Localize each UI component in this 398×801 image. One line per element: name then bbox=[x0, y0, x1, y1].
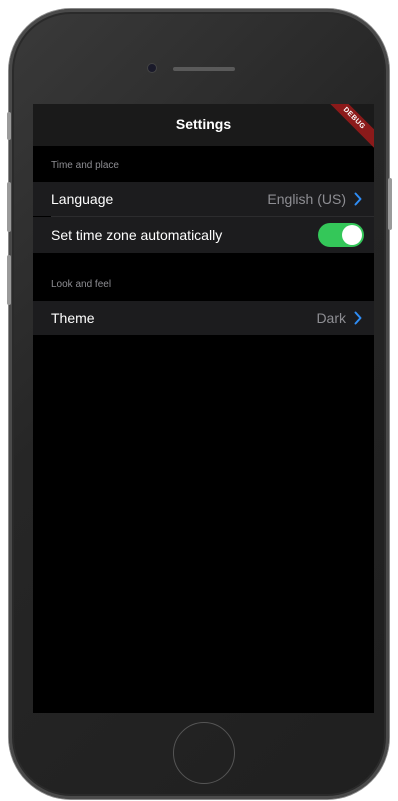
home-button[interactable] bbox=[173, 722, 235, 784]
theme-row[interactable]: Theme Dark bbox=[33, 301, 374, 335]
section-header-time-and-place: Time and place bbox=[51, 160, 119, 171]
volume-up-button bbox=[7, 182, 11, 232]
page-title: Settings bbox=[175, 116, 232, 132]
toggle-knob bbox=[342, 225, 362, 245]
language-label: Language bbox=[51, 191, 114, 207]
earpiece-speaker bbox=[173, 67, 235, 71]
app-bar: Settings DEBUG bbox=[33, 104, 374, 153]
volume-down-button bbox=[7, 255, 11, 305]
theme-label: Theme bbox=[51, 310, 95, 326]
section-header-look-and-feel: Look and feel bbox=[51, 279, 112, 290]
power-button bbox=[388, 178, 392, 230]
chevron-right-icon bbox=[354, 311, 362, 325]
chevron-right-icon bbox=[354, 192, 362, 206]
language-row[interactable]: Language English (US) bbox=[33, 182, 374, 216]
phone-frame: Settings DEBUG Time and place Language E… bbox=[9, 9, 389, 799]
timezone-row: Set time zone automatically bbox=[33, 217, 374, 253]
front-camera bbox=[148, 64, 156, 72]
timezone-toggle[interactable] bbox=[318, 223, 364, 247]
timezone-label: Set time zone automatically bbox=[51, 227, 223, 243]
language-value: English (US) bbox=[267, 191, 346, 207]
mute-switch bbox=[7, 112, 11, 140]
theme-value: Dark bbox=[316, 310, 346, 326]
app-screen: Settings DEBUG Time and place Language E… bbox=[33, 104, 374, 713]
